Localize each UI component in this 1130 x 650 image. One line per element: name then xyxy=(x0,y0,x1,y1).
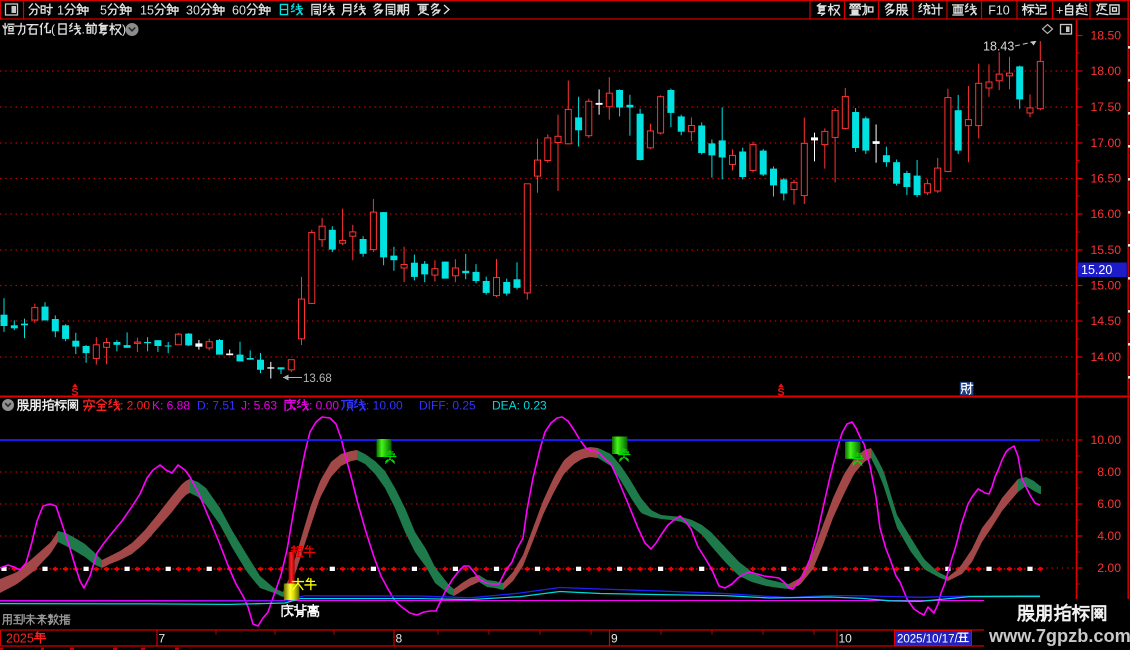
svg-text:.: . xyxy=(82,23,85,37)
svg-text:6.00: 6.00 xyxy=(1097,497,1121,511)
svg-text:DEA: 0.23: DEA: 0.23 xyxy=(492,399,547,413)
svg-text:5: 5 xyxy=(100,4,107,18)
svg-text:17.50: 17.50 xyxy=(1091,100,1122,114)
svg-text:J: 5.63: J: 5.63 xyxy=(241,399,277,413)
svg-text:16.00: 16.00 xyxy=(1091,207,1122,221)
svg-text:2025: 2025 xyxy=(6,632,34,646)
svg-text:16.50: 16.50 xyxy=(1091,172,1122,186)
svg-text:15: 15 xyxy=(140,4,154,18)
svg-text:K: 6.88: K: 6.88 xyxy=(152,399,190,413)
svg-text:www.7gpzb.com: www.7gpzb.com xyxy=(988,626,1130,646)
svg-text:10: 10 xyxy=(839,632,853,646)
svg-text:17.00: 17.00 xyxy=(1091,136,1122,150)
svg-text:8: 8 xyxy=(396,632,403,646)
svg-text:2025/10/17/: 2025/10/17/ xyxy=(897,634,959,646)
svg-text:7: 7 xyxy=(159,632,166,646)
svg-text:30: 30 xyxy=(186,4,200,18)
svg-text:: 0.00: : 0.00 xyxy=(309,399,339,413)
svg-text:9: 9 xyxy=(611,632,618,646)
svg-text:+: + xyxy=(1056,4,1063,18)
svg-text:(: ( xyxy=(51,23,55,37)
svg-text:15.20: 15.20 xyxy=(1081,263,1112,277)
svg-text:18.43: 18.43 xyxy=(983,40,1014,54)
svg-text:10.00: 10.00 xyxy=(1091,433,1122,447)
svg-text:DIFF: 0.25: DIFF: 0.25 xyxy=(419,399,476,413)
svg-text:14.00: 14.00 xyxy=(1091,350,1122,364)
svg-text:2.00: 2.00 xyxy=(1097,561,1121,575)
svg-text:F10: F10 xyxy=(988,4,1010,18)
svg-text:15.00: 15.00 xyxy=(1091,279,1122,293)
svg-text:: 2.00: : 2.00 xyxy=(120,399,150,413)
svg-text:): ) xyxy=(122,23,126,37)
svg-text:60: 60 xyxy=(232,4,246,18)
svg-text:D: 7.51: D: 7.51 xyxy=(197,399,236,413)
svg-text:15.50: 15.50 xyxy=(1091,243,1122,257)
svg-text:18.50: 18.50 xyxy=(1091,29,1122,43)
svg-text:14.50: 14.50 xyxy=(1091,314,1122,328)
svg-text:: 10.00: : 10.00 xyxy=(366,399,403,413)
svg-text:4.00: 4.00 xyxy=(1097,529,1121,543)
svg-text:8.00: 8.00 xyxy=(1097,465,1121,479)
svg-text:1: 1 xyxy=(57,4,64,18)
svg-text:18.00: 18.00 xyxy=(1091,64,1122,78)
svg-text:13.68: 13.68 xyxy=(303,373,332,385)
